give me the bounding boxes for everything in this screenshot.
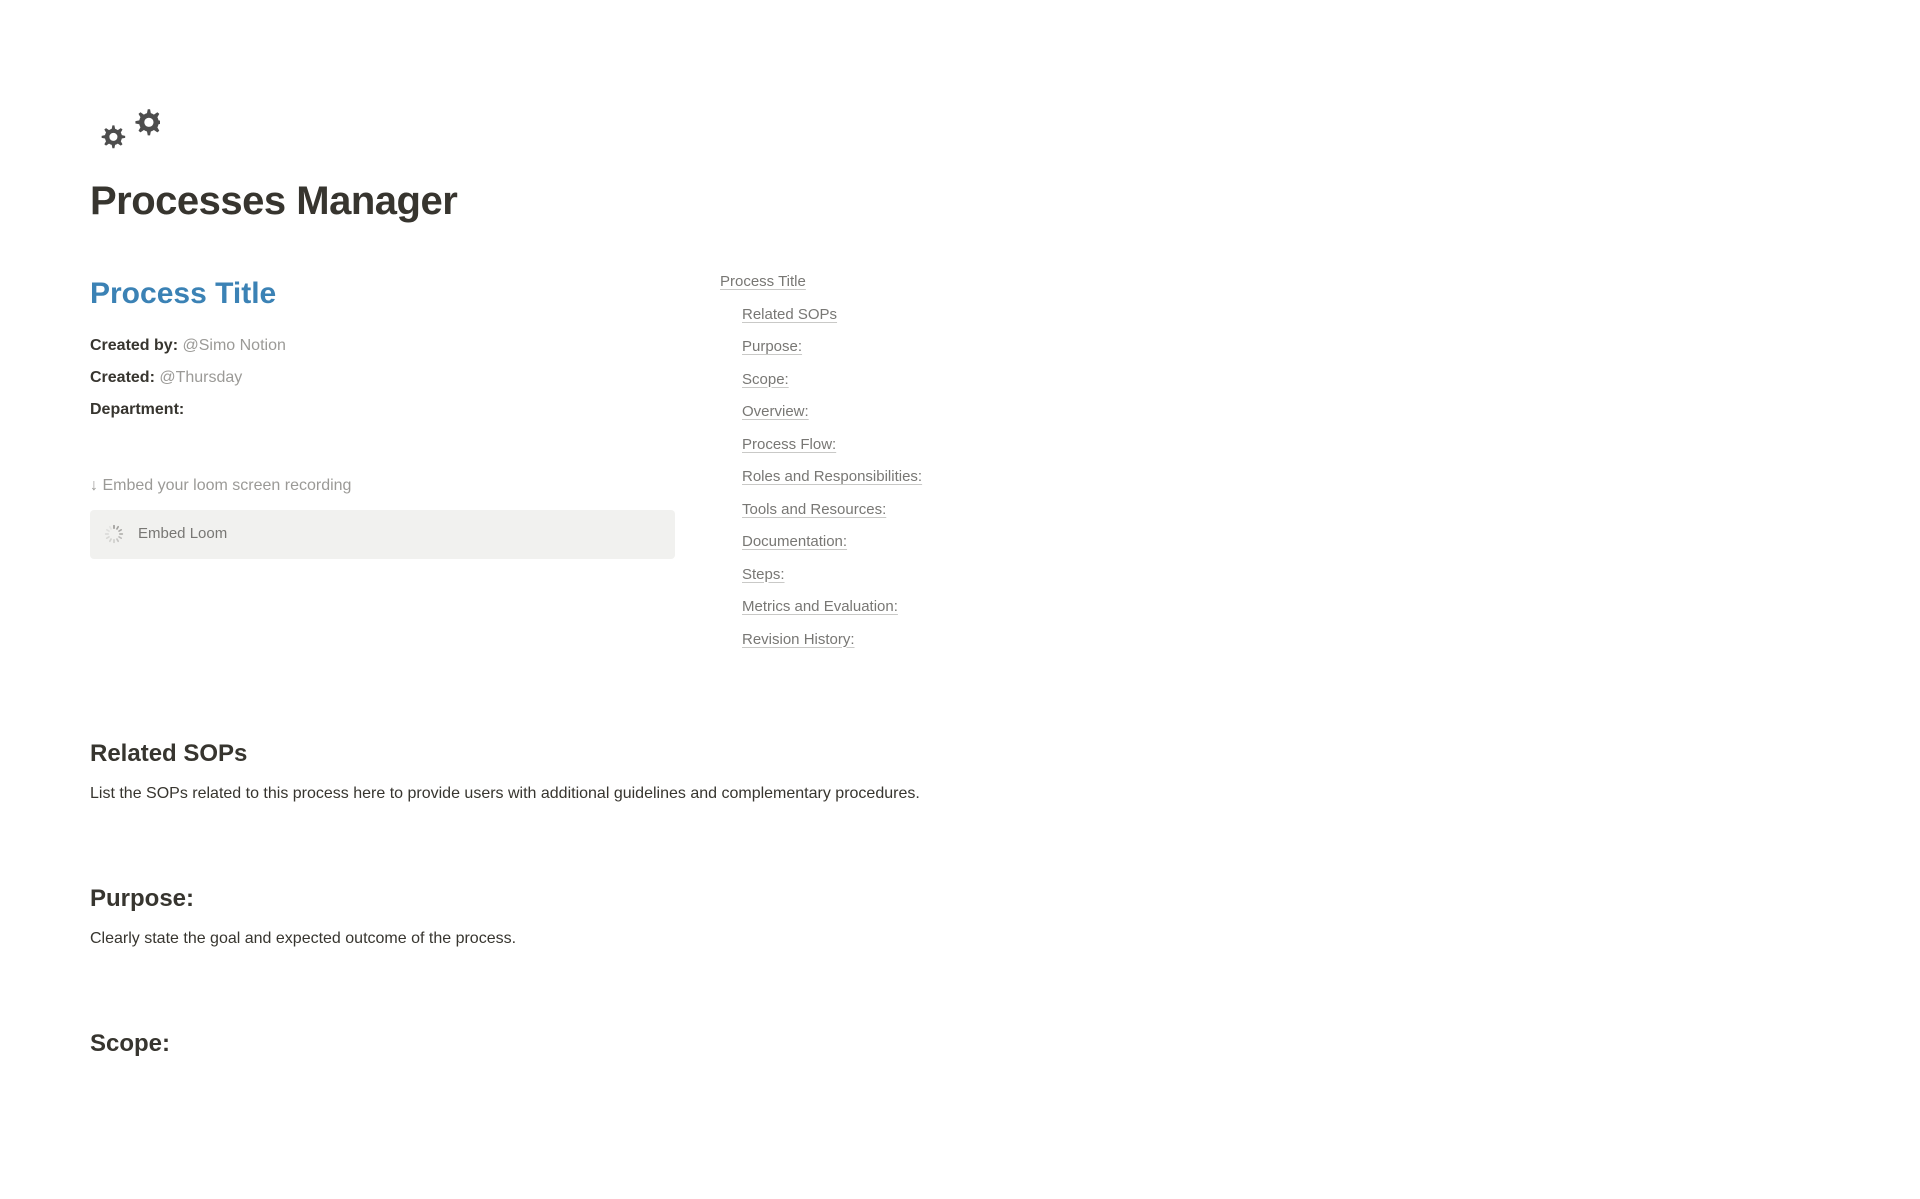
department-label: Department: — [90, 401, 184, 418]
toc-item-5[interactable]: Process Flow: — [720, 434, 922, 457]
department-row: Department: — [90, 398, 675, 422]
toc-item-11[interactable]: Revision History: — [720, 629, 922, 652]
page-title: Processes Manager — [90, 171, 1830, 231]
toc-item-0[interactable]: Process Title — [720, 271, 922, 294]
related-sops-heading: Related SOPs — [90, 736, 990, 772]
toc-item-9[interactable]: Steps: — [720, 564, 922, 587]
process-title-heading: Process Title — [90, 271, 675, 316]
toc-item-7[interactable]: Tools and Resources: — [720, 499, 922, 522]
embed-loom-block[interactable]: Embed Loom — [90, 510, 675, 559]
created-by-row: Created by: @Simo Notion — [90, 334, 675, 358]
embed-hint: ↓ Embed your loom screen recording — [90, 474, 675, 498]
created-by-value[interactable]: @Simo Notion — [182, 337, 285, 354]
toc-item-2[interactable]: Purpose: — [720, 336, 922, 359]
created-value[interactable]: @Thursday — [159, 369, 242, 386]
gears-icon — [90, 85, 1830, 163]
purpose-heading: Purpose: — [90, 881, 990, 917]
section-related-sops: Related SOPs List the SOPs related to th… — [90, 736, 990, 806]
toc-item-6[interactable]: Roles and Responsibilities: — [720, 466, 922, 489]
related-sops-body: List the SOPs related to this process he… — [90, 782, 990, 806]
created-label: Created: — [90, 369, 155, 386]
created-row: Created: @Thursday — [90, 366, 675, 390]
toc-item-1[interactable]: Related SOPs — [720, 304, 922, 327]
section-purpose: Purpose: Clearly state the goal and expe… — [90, 881, 990, 951]
section-scope: Scope: — [90, 1026, 990, 1062]
created-by-label: Created by: — [90, 337, 178, 354]
loading-spinner-icon — [104, 524, 124, 544]
table-of-contents: Process Title Related SOPs Purpose: Scope: O… — [715, 271, 922, 661]
purpose-body: Clearly state the goal and expected outc… — [90, 927, 990, 951]
scope-heading: Scope: — [90, 1026, 990, 1062]
toc-item-3[interactable]: Scope: — [720, 369, 922, 392]
toc-item-4[interactable]: Overview: — [720, 401, 922, 424]
toc-item-8[interactable]: Documentation: — [720, 531, 922, 554]
toc-item-10[interactable]: Metrics and Evaluation: — [720, 596, 922, 619]
embed-loom-label: Embed Loom — [138, 523, 227, 546]
